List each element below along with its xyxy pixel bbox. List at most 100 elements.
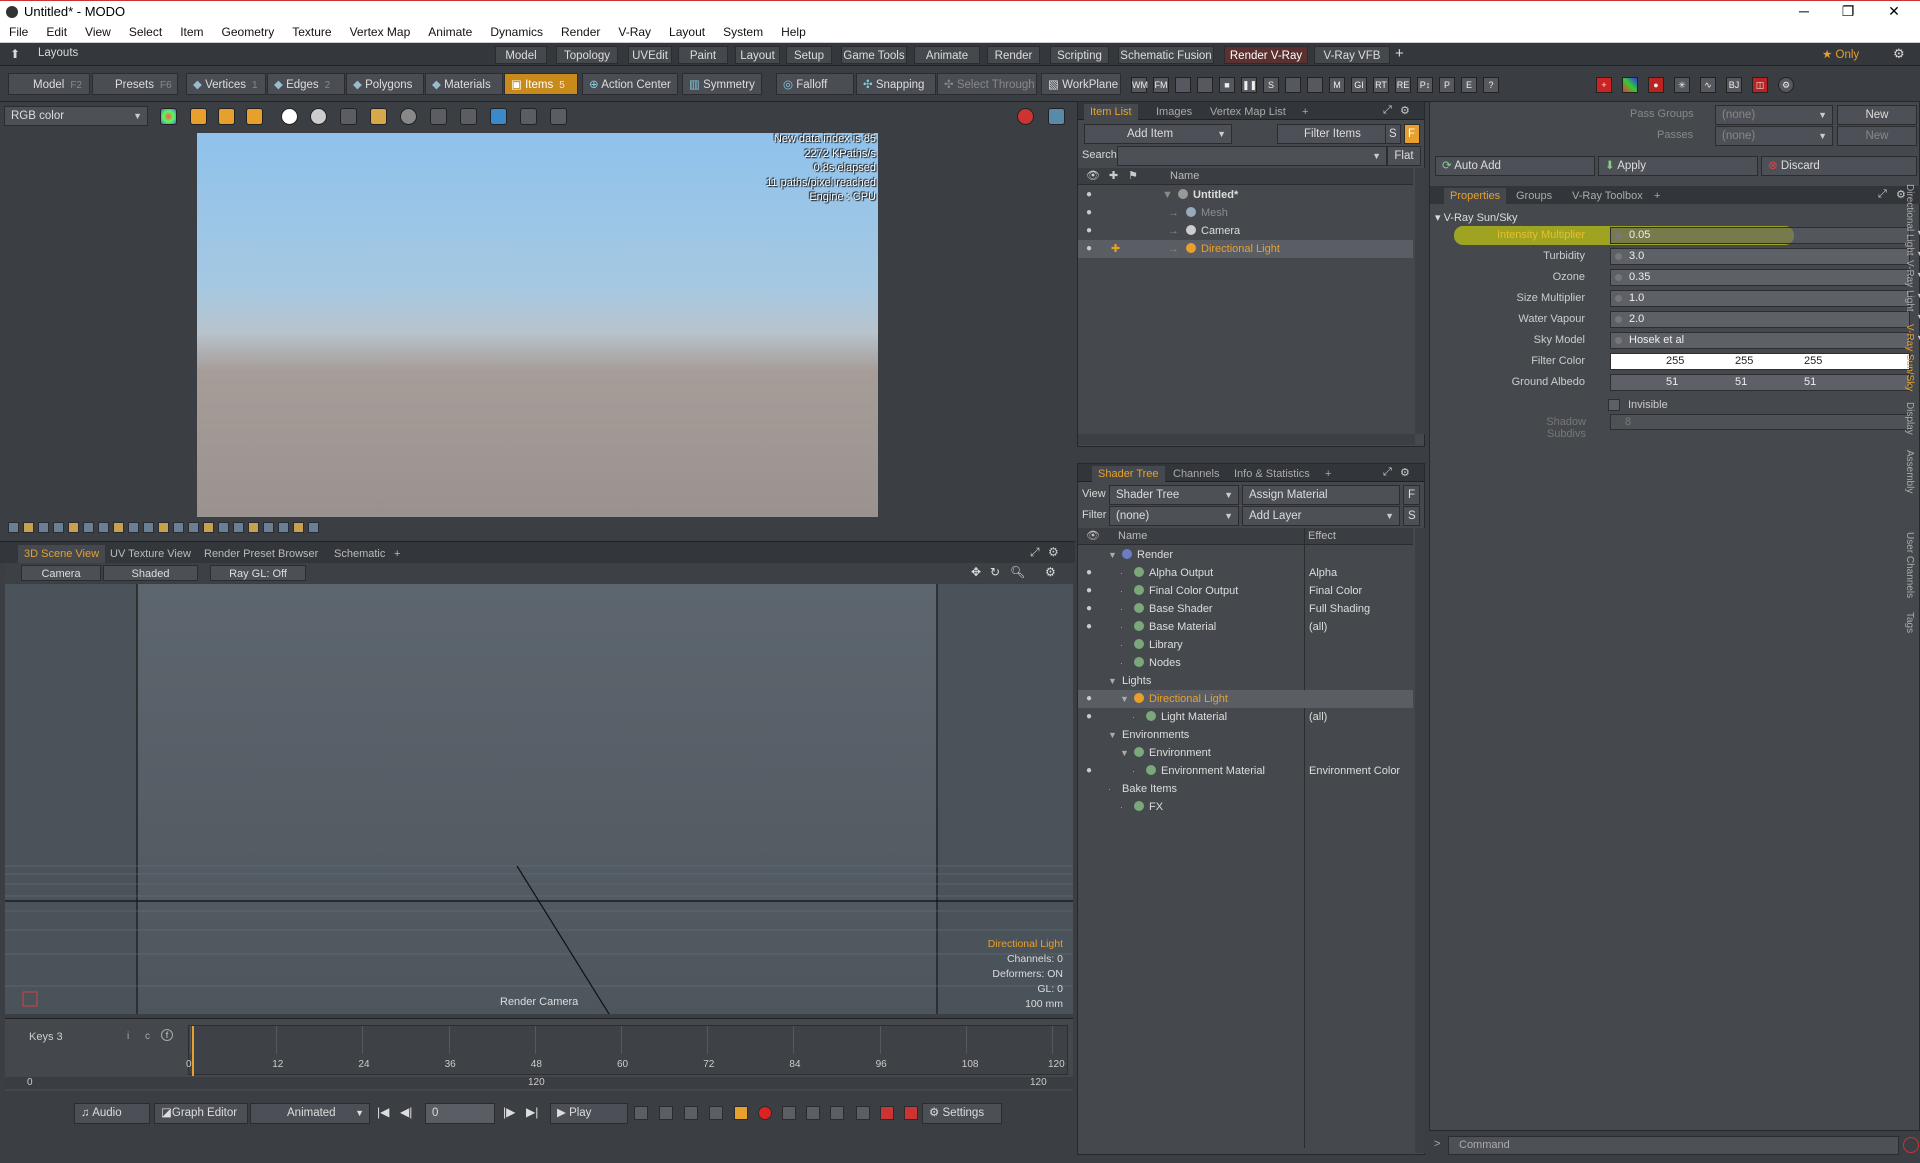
visibility-eye-icon[interactable]: ● [1086, 189, 1097, 200]
shader-tree-row[interactable]: ● · Alpha Output Alpha [1078, 564, 1413, 582]
animate-dot-icon[interactable] [1615, 232, 1622, 239]
side-tab-display[interactable]: Display [1904, 402, 1915, 435]
rotate-icon[interactable]: ↻ [990, 565, 1000, 579]
workplane-button[interactable]: ▧ WorkPlane [1041, 73, 1121, 95]
shader-tree-row[interactable]: ● · Final Color Output Final Color [1078, 582, 1413, 600]
s-toggle[interactable]: S [1385, 124, 1401, 144]
item-list-row[interactable]: ● → Camera [1078, 222, 1413, 240]
property-field[interactable]: Hosek et al [1610, 332, 1910, 349]
auto-add-button[interactable]: ⟳ Auto Add [1435, 156, 1595, 176]
filter-color-field[interactable]: 255 255 255 [1610, 353, 1910, 370]
action-center-button[interactable]: ⊕ Action Center [582, 73, 678, 95]
key-delete-icon[interactable] [856, 1106, 870, 1120]
close-button[interactable]: ✕ [1874, 1, 1914, 23]
render-tool-icon-14[interactable]: P [1439, 77, 1455, 93]
menu-texture[interactable]: Texture [283, 25, 340, 39]
expand-arrow-icon[interactable]: ▼ [1108, 546, 1117, 564]
viewport-maximize-icon[interactable]: ⤢ [1030, 545, 1040, 560]
step-back-icon[interactable]: ◀| [400, 1105, 412, 1119]
expand-arrow-icon[interactable]: → [1168, 204, 1179, 222]
auto-key-icon[interactable] [659, 1106, 673, 1120]
teapot-icon[interactable] [460, 108, 477, 125]
side-tab-user-channels[interactable]: User Channels [1904, 532, 1915, 598]
layout-tab-layout[interactable]: Layout [735, 46, 780, 64]
camera-button[interactable]: Camera [21, 565, 101, 581]
render-tool-icon-15[interactable]: E [1461, 77, 1477, 93]
vray-light-icon[interactable]: ● [1648, 77, 1664, 93]
vray-curve-icon[interactable]: ∿ [1700, 77, 1716, 93]
mini-tool-icon-13[interactable] [203, 522, 214, 533]
visibility-eye-icon[interactable]: ● [1086, 693, 1097, 704]
mini-tool-icon-5[interactable] [83, 522, 94, 533]
visibility-eye-icon[interactable]: ● [1086, 585, 1097, 596]
pan-icon[interactable]: ✥ [971, 565, 981, 579]
mini-tool-icon-1[interactable] [23, 522, 34, 533]
menu-animate[interactable]: Animate [419, 25, 481, 39]
visibility-eye-icon[interactable]: ● [1086, 243, 1097, 254]
key-red2-icon[interactable] [904, 1106, 918, 1120]
animate-dot-icon[interactable] [1615, 295, 1622, 302]
render-tool-icon-12[interactable]: RE [1395, 77, 1411, 93]
render-tool-icon-1[interactable]: FM [1153, 77, 1169, 93]
current-frame-marker[interactable] [192, 1026, 194, 1076]
viewport-tab-3d-scene-view[interactable]: 3D Scene View [18, 545, 106, 563]
chevron-down-icon[interactable]: ▼ [1916, 333, 1920, 343]
render-tool-icon-9[interactable]: M [1329, 77, 1345, 93]
region-icon[interactable] [430, 108, 447, 125]
chevron-down-icon[interactable]: ▼ [1916, 228, 1920, 238]
model-button[interactable]: Model F2 [8, 73, 90, 95]
item-list-row[interactable]: ● → Mesh [1078, 204, 1413, 222]
mini-tool-icon-2[interactable] [38, 522, 49, 533]
layouts-label[interactable]: Layouts [38, 47, 78, 59]
apply-button[interactable]: ⬇ Apply [1598, 156, 1758, 176]
shader-tree-row[interactable]: · FX [1078, 798, 1413, 816]
render-tool-icon-10[interactable]: GI [1351, 77, 1367, 93]
stop-render-icon[interactable] [1017, 108, 1034, 125]
shader-tree-row[interactable]: · Bake Items [1078, 780, 1413, 798]
shader-tree-row[interactable]: · Library [1078, 636, 1413, 654]
command-input[interactable]: Command [1448, 1136, 1899, 1155]
item-list-row[interactable]: ● ✚ → Directional Light [1078, 240, 1413, 258]
layout-tab-uvedit[interactable]: UVEdit [628, 46, 672, 64]
f-toggle[interactable]: F [1403, 485, 1420, 505]
vray-render-icon[interactable]: ◫ [1752, 77, 1768, 93]
visibility-eye-icon[interactable]: ● [1086, 567, 1097, 578]
visibility-eye-icon[interactable]: ● [1086, 765, 1097, 776]
filter-items-button[interactable]: Filter Items [1277, 124, 1392, 144]
viewport-tab-uv-texture-view[interactable]: UV Texture View [104, 545, 197, 563]
visibility-eye-icon[interactable]: ● [1086, 207, 1097, 218]
shadow-subdivs-field[interactable]: 8 [1610, 414, 1910, 430]
crop-icon[interactable] [520, 108, 537, 125]
mini-tool-icon-6[interactable] [98, 522, 109, 533]
menu-dynamics[interactable]: Dynamics [481, 25, 552, 39]
compare-icon[interactable] [490, 108, 507, 125]
vertices-button[interactable]: ◆ Vertices 1 [186, 73, 266, 95]
expand-arrow-icon[interactable]: ▼ [1108, 726, 1117, 744]
layout-tab-schematic-fusion[interactable]: Schematic Fusion [1118, 46, 1214, 64]
menu-select[interactable]: Select [120, 25, 171, 39]
select-through-button[interactable]: ✣ Select Through [937, 73, 1037, 95]
layout-tab-setup[interactable]: Setup [786, 46, 832, 64]
expand-arrow-icon[interactable]: · [1120, 798, 1123, 816]
render-tool-icon-11[interactable]: RT [1373, 77, 1389, 93]
menu-vertex-map[interactable]: Vertex Map [341, 25, 420, 39]
layout-tab-scripting[interactable]: Scripting [1050, 46, 1109, 64]
clear-icon[interactable]: c [145, 1031, 150, 1042]
tab-properties[interactable]: Properties [1444, 188, 1507, 204]
folder-icon[interactable] [370, 108, 387, 125]
new-pass-group-button[interactable]: New [1837, 105, 1917, 125]
snapping-button[interactable]: ✣ Snapping [856, 73, 936, 95]
tab-item-list[interactable]: Item List [1084, 104, 1138, 120]
panel-gear-icon[interactable]: ⚙ [1400, 104, 1410, 117]
shader-tree-row[interactable]: ● · Environment Material Environment Color [1078, 762, 1413, 780]
expand-arrow-icon[interactable]: · [1120, 564, 1123, 582]
render-tool-icon-0[interactable]: WM [1131, 77, 1148, 93]
vray-add-icon[interactable]: + [1596, 77, 1612, 93]
vray-bjs-icon[interactable]: BJ [1726, 77, 1742, 93]
mini-tool-icon-17[interactable] [263, 522, 274, 533]
discard-button[interactable]: ⊗ Discard [1761, 156, 1917, 176]
layout-tab-render[interactable]: Render [987, 46, 1040, 64]
expand-arrow-icon[interactable]: ▼ [1120, 744, 1129, 762]
add-viewport-tab-icon[interactable]: + [388, 545, 406, 563]
passes-select[interactable]: (none) ▼ [1715, 126, 1833, 146]
